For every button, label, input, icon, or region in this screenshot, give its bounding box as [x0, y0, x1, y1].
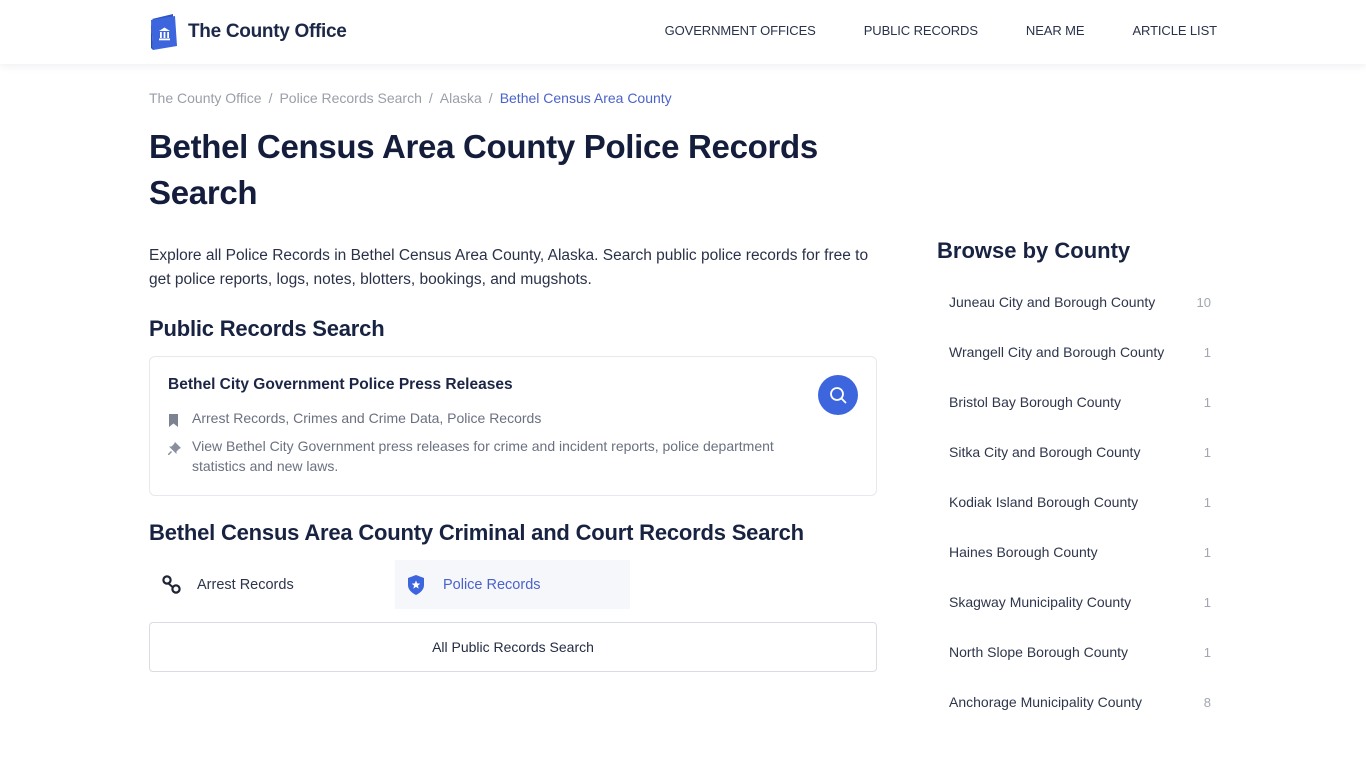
county-count: 1: [1203, 594, 1211, 610]
county-name: Anchorage Municipality County: [949, 694, 1142, 710]
county-name: North Slope Borough County: [949, 644, 1128, 660]
site-header: The County Office GOVERNMENT OFFICES PUB…: [0, 0, 1366, 64]
police-badge-icon: [407, 574, 443, 595]
record-type-police[interactable]: Police Records: [395, 560, 630, 609]
record-type-label: Police Records: [443, 576, 541, 593]
record-card-description: View Bethel City Government press releas…: [192, 438, 774, 474]
criminal-records-heading: Bethel Census Area County Criminal and C…: [149, 520, 804, 545]
county-name: Wrangell City and Borough County: [949, 344, 1165, 360]
county-count: 1: [1203, 394, 1211, 410]
record-card-tags-row: Arrest Records, Crimes and Crime Data, P…: [168, 408, 541, 432]
nav-public-records[interactable]: PUBLIC RECORDS: [864, 23, 978, 38]
record-card-title[interactable]: Bethel City Government Police Press Rele…: [168, 376, 513, 394]
handcuffs-icon: [161, 574, 197, 596]
breadcrumb-home[interactable]: The County Office: [149, 90, 262, 106]
all-public-records-button[interactable]: All Public Records Search: [149, 622, 877, 672]
breadcrumb-state[interactable]: Alaska: [440, 90, 482, 106]
county-item[interactable]: Wrangell City and Borough County 1: [937, 327, 1217, 377]
breadcrumb-separator: /: [428, 90, 433, 106]
county-item[interactable]: Bristol Bay Borough County 1: [937, 377, 1217, 427]
breadcrumb: The County Office / Police Records Searc…: [149, 90, 672, 106]
breadcrumb-current: Bethel Census Area County: [499, 90, 672, 106]
county-item[interactable]: Haines Borough County 1: [937, 527, 1217, 577]
search-icon: [830, 387, 847, 404]
county-count: 1: [1203, 344, 1211, 360]
pin-icon: [167, 436, 192, 476]
page-title: Bethel Census Area County Police Records…: [149, 128, 818, 211]
county-name: Haines Borough County: [949, 544, 1098, 560]
county-item[interactable]: Anchorage Municipality County 8: [937, 677, 1217, 727]
record-card-description-row: View Bethel City Government press releas…: [167, 436, 808, 476]
county-list: Juneau City and Borough County 10 Wrangel…: [937, 277, 1217, 727]
nav-government-offices[interactable]: GOVERNMENT OFFICES: [665, 23, 816, 38]
book-building-logo-icon: [151, 14, 177, 50]
logo-text: The County Office: [188, 21, 347, 42]
browse-by-county-heading: Browse by County: [937, 238, 1131, 263]
record-type-links: Arrest Records Police Records: [149, 560, 630, 609]
county-name: Bristol Bay Borough County: [949, 394, 1121, 410]
breadcrumb-police-records[interactable]: Police Records Search: [279, 90, 421, 106]
record-type-arrest[interactable]: Arrest Records: [149, 560, 395, 609]
breadcrumb-separator: /: [268, 90, 273, 106]
county-name: Skagway Municipality County: [949, 594, 1132, 610]
nav-article-list[interactable]: ARTICLE LIST: [1132, 23, 1217, 38]
breadcrumb-separator: /: [488, 90, 493, 106]
county-count: 1: [1203, 494, 1211, 510]
county-count: 1: [1203, 544, 1211, 560]
record-search-button[interactable]: [818, 375, 858, 415]
public-records-heading: Public Records Search: [149, 316, 385, 341]
record-card: Bethel City Government Police Press Rele…: [149, 356, 877, 496]
county-name: Kodiak Island Borough County: [949, 494, 1139, 510]
county-name: Sitka City and Borough County: [949, 444, 1141, 460]
nav-near-me[interactable]: NEAR ME: [1026, 23, 1085, 38]
county-item[interactable]: Skagway Municipality County 1: [937, 577, 1217, 627]
county-count: 1: [1203, 444, 1211, 460]
site-logo[interactable]: The County Office: [149, 13, 347, 51]
county-item[interactable]: North Slope Borough County 1: [937, 627, 1217, 677]
bookmark-icon: [168, 408, 192, 432]
county-count: 8: [1203, 694, 1211, 710]
county-name: Juneau City and Borough County: [949, 294, 1156, 310]
intro-paragraph: Explore all Police Records in Bethel Cen…: [149, 247, 869, 288]
county-item[interactable]: Sitka City and Borough County 1: [937, 427, 1217, 477]
record-card-tags: Arrest Records, Crimes and Crime Data, P…: [192, 410, 542, 426]
county-item[interactable]: Juneau City and Borough County 10: [937, 277, 1217, 327]
main-nav: GOVERNMENT OFFICES PUBLIC RECORDS NEAR M…: [665, 23, 1217, 38]
county-item[interactable]: Kodiak Island Borough County 1: [937, 477, 1217, 527]
county-count: 1: [1203, 644, 1211, 660]
record-type-label: Arrest Records: [197, 576, 294, 593]
county-count: 10: [1196, 294, 1211, 310]
